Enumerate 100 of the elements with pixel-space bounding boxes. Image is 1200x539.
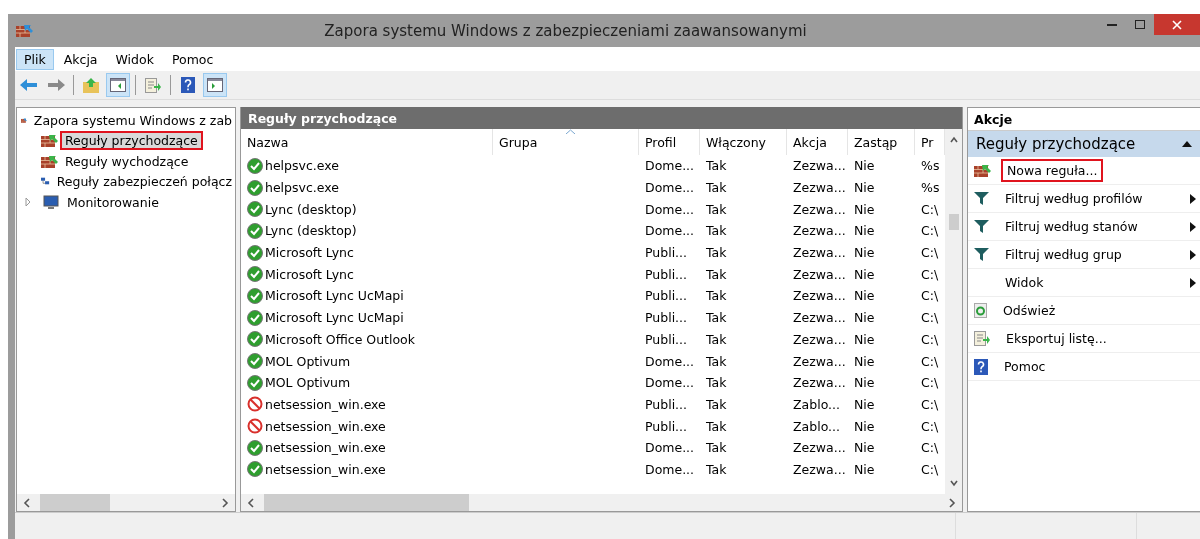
filter-icon <box>974 248 989 261</box>
forward-arrow-icon <box>47 78 65 92</box>
column-header[interactable]: Grupa <box>493 129 639 155</box>
tree-item[interactable]: Zapora systemu Windows z zab <box>30 112 235 128</box>
collapse-icon <box>1182 141 1192 147</box>
menu-item[interactable]: Plik <box>16 48 54 70</box>
table-cell: %s <box>921 180 940 196</box>
table-cell: C:\ <box>921 310 939 326</box>
tree-item[interactable]: Reguły przychodzące <box>62 133 201 149</box>
table-cell: Nie <box>854 288 875 304</box>
scrollbar-thumb[interactable] <box>948 213 959 230</box>
horizontal-scrollbar[interactable] <box>241 494 962 511</box>
check-icon <box>247 374 263 391</box>
table-cell: Nie <box>854 158 875 174</box>
action-link[interactable]: Nowa reguła... <box>1003 161 1102 180</box>
table-cell: Dome... <box>645 353 695 369</box>
table-cell: C:\ <box>921 201 939 217</box>
column-header[interactable]: Nazwa <box>241 129 493 155</box>
table-cell: Tak <box>706 461 727 477</box>
table-cell: Zezwa... <box>793 288 846 304</box>
check-icon <box>247 287 263 304</box>
table-cell: Zezwa... <box>793 461 846 477</box>
table-cell: C:\ <box>921 375 939 391</box>
action-link[interactable]: Filtruj według profilów <box>1001 189 1147 208</box>
table-cell: %s <box>921 158 940 174</box>
tree-item[interactable]: Monitorowanie <box>64 194 162 210</box>
scroll-left-icon <box>23 497 31 508</box>
table-cell: Tak <box>706 353 727 369</box>
table-cell: Tak <box>706 418 727 434</box>
vertical-scrollbar[interactable] <box>945 129 962 494</box>
column-header[interactable]: Zastąp <box>848 129 915 155</box>
table-cell: Publi... <box>645 396 688 412</box>
action-link[interactable]: Odśwież <box>999 301 1060 320</box>
table-cell: Tak <box>706 331 727 347</box>
table-cell: Zezwa... <box>793 440 846 456</box>
table-cell: Dome... <box>645 158 695 174</box>
toolbar-button[interactable] <box>203 73 227 97</box>
table-cell: Lync (desktop) <box>265 223 357 239</box>
table-cell: Microsoft Lync <box>265 266 354 282</box>
table-cell: Nie <box>854 223 875 239</box>
back-arrow-icon <box>20 78 38 92</box>
check-icon <box>247 179 263 196</box>
tree-pane-icon <box>110 78 126 92</box>
action-link[interactable]: Eksportuj listę... <box>1002 329 1111 348</box>
action-link[interactable]: Widok <box>1001 273 1048 292</box>
table-cell: Tak <box>706 223 727 239</box>
table-cell: MOL Optivum <box>265 375 351 391</box>
table-cell: netsession_win.exe <box>265 396 386 412</box>
table-cell: Tak <box>706 201 727 217</box>
table-cell: Zezwa... <box>793 223 846 239</box>
table-cell: Tak <box>706 375 727 391</box>
table-cell: Zablo... <box>793 418 840 434</box>
menu-item[interactable]: Widok <box>107 48 162 70</box>
table-cell: Zezwa... <box>793 245 846 261</box>
action-link[interactable]: Filtruj według stanów <box>1001 217 1142 236</box>
horizontal-scrollbar[interactable] <box>17 494 235 511</box>
tree-item[interactable]: Reguły zabezpieczeń połącz <box>53 174 235 190</box>
table-cell: Publi... <box>645 266 688 282</box>
check-icon <box>247 439 263 456</box>
filter-icon <box>974 192 989 205</box>
table-cell: Tak <box>706 245 727 261</box>
column-header[interactable]: Profil <box>639 129 700 155</box>
window-title: Zapora systemu Windows z zabezpieczeniami zaawansowanymi <box>323 21 808 40</box>
toolbar-button[interactable] <box>106 73 130 97</box>
check-icon <box>247 222 263 239</box>
table-cell: C:\ <box>921 288 939 304</box>
column-header[interactable]: Akcja <box>787 129 848 155</box>
table-cell: Nie <box>854 331 875 347</box>
table-cell: Zablo... <box>793 396 840 412</box>
table-cell: Zezwa... <box>793 158 846 174</box>
pane-title: Reguły przychodzące <box>241 107 962 129</box>
menu-item[interactable]: Akcja <box>55 48 106 70</box>
table-cell: helpsvc.exe <box>265 180 339 196</box>
table-cell: Microsoft Lync <box>265 245 354 261</box>
menu-item[interactable]: Pomoc <box>163 48 222 70</box>
table-cell: Nie <box>854 353 875 369</box>
table-cell: Nie <box>854 201 875 217</box>
table-cell: Dome... <box>645 201 695 217</box>
tree-item[interactable]: Reguły wychodzące <box>62 153 192 169</box>
table-cell: Nie <box>854 418 875 434</box>
table-cell: Dome... <box>645 223 695 239</box>
scroll-left-icon <box>247 497 255 508</box>
check-icon <box>247 461 263 478</box>
table-cell: MOL Optivum <box>265 353 351 369</box>
section-header[interactable]: Reguły przychodzące <box>968 131 1200 157</box>
table-cell: netsession_win.exe <box>265 440 386 456</box>
table-cell: Publi... <box>645 331 688 347</box>
table-cell: Publi... <box>645 310 688 326</box>
table-cell: C:\ <box>921 245 939 261</box>
table-cell: Publi... <box>645 418 688 434</box>
check-icon <box>247 353 263 370</box>
action-link[interactable]: Filtruj według grup <box>1001 245 1126 264</box>
column-header[interactable]: Włączony <box>700 129 787 155</box>
close-button[interactable] <box>1154 14 1200 35</box>
action-link[interactable]: Pomoc <box>1000 357 1050 376</box>
table-cell: Zezwa... <box>793 266 846 282</box>
section-title: Reguły przychodzące <box>976 135 1136 153</box>
filter-icon <box>974 220 989 233</box>
table-cell: Microsoft Office Outlook <box>265 331 415 347</box>
table-cell: Microsoft Lync UcMapi <box>265 288 404 304</box>
